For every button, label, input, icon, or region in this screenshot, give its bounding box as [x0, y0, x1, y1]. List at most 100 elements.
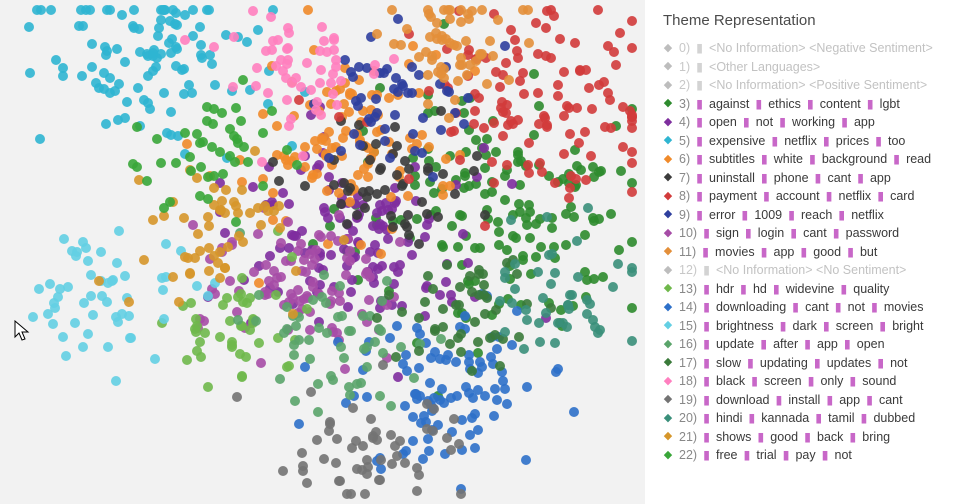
scatter-point[interactable] — [353, 101, 363, 111]
scatter-point[interactable] — [306, 85, 316, 95]
scatter-point[interactable] — [582, 275, 592, 285]
scatter-point[interactable] — [521, 455, 531, 465]
scatter-point[interactable] — [253, 229, 263, 239]
scatter-point[interactable] — [164, 38, 174, 48]
scatter-point[interactable] — [203, 212, 213, 222]
scatter-point[interactable] — [294, 95, 304, 105]
scatter-point[interactable] — [307, 173, 317, 183]
scatter-point[interactable] — [237, 185, 247, 195]
scatter-point[interactable] — [465, 60, 475, 70]
scatter-point[interactable] — [342, 219, 352, 229]
scatter-point[interactable] — [328, 89, 338, 99]
scatter-point[interactable] — [366, 117, 376, 127]
scatter-point[interactable] — [339, 235, 349, 245]
scatter-point[interactable] — [414, 363, 424, 373]
scatter-point[interactable] — [276, 238, 286, 248]
scatter-point[interactable] — [258, 128, 268, 138]
scatter-point[interactable] — [375, 475, 385, 485]
scatter-point[interactable] — [254, 290, 264, 300]
scatter-point[interactable] — [312, 435, 322, 445]
scatter-point[interactable] — [564, 193, 574, 203]
scatter-point[interactable] — [495, 361, 505, 371]
scatter-point[interactable] — [153, 31, 163, 41]
scatter-point[interactable] — [418, 454, 428, 464]
scatter-point[interactable] — [447, 221, 457, 231]
scatter-point[interactable] — [129, 5, 139, 15]
scatter-point[interactable] — [297, 448, 307, 458]
scatter-point[interactable] — [111, 376, 121, 386]
scatter-point[interactable] — [479, 143, 489, 153]
scatter-point[interactable] — [334, 112, 344, 122]
scatter-point[interactable] — [627, 263, 637, 273]
scatter-point[interactable] — [443, 5, 453, 15]
scatter-point[interactable] — [236, 116, 246, 126]
scatter-point[interactable] — [500, 384, 510, 394]
scatter-point[interactable] — [234, 231, 244, 241]
scatter-point[interactable] — [156, 15, 166, 25]
scatter-point[interactable] — [521, 213, 531, 223]
scatter-point[interactable] — [424, 86, 434, 96]
scatter-point[interactable] — [180, 128, 190, 138]
scatter-point[interactable] — [493, 217, 503, 227]
scatter-point[interactable] — [203, 291, 213, 301]
scatter-point[interactable] — [182, 139, 192, 149]
legend-item[interactable]: ◆0)▮<No Information> <Negative Sentiment… — [663, 39, 946, 58]
scatter-point[interactable] — [566, 171, 576, 181]
scatter-point[interactable] — [251, 316, 261, 326]
scatter-point[interactable] — [81, 243, 91, 253]
scatter-point[interactable] — [513, 157, 523, 167]
scatter-point[interactable] — [311, 105, 321, 115]
scatter-point[interactable] — [228, 82, 238, 92]
scatter-point[interactable] — [433, 212, 443, 222]
scatter-point[interactable] — [519, 344, 529, 354]
scatter-point[interactable] — [365, 155, 375, 165]
scatter-point[interactable] — [570, 38, 580, 48]
scatter-point[interactable] — [185, 269, 195, 279]
scatter-point[interactable] — [408, 129, 418, 139]
scatter-point[interactable] — [572, 161, 582, 171]
scatter-point[interactable] — [385, 153, 395, 163]
scatter-point[interactable] — [305, 354, 315, 364]
scatter-point[interactable] — [518, 251, 528, 261]
scatter-point[interactable] — [135, 47, 145, 57]
scatter-point[interactable] — [319, 270, 329, 280]
scatter-point[interactable] — [454, 300, 464, 310]
scatter-point[interactable] — [221, 185, 231, 195]
scatter-point[interactable] — [498, 131, 508, 141]
scatter-point[interactable] — [471, 135, 481, 145]
scatter-point[interactable] — [463, 258, 473, 268]
scatter-point[interactable] — [220, 228, 230, 238]
scatter-point[interactable] — [55, 284, 65, 294]
scatter-point[interactable] — [594, 80, 604, 90]
scatter-point[interactable] — [321, 298, 331, 308]
scatter-point[interactable] — [248, 6, 258, 16]
scatter-point[interactable] — [553, 91, 563, 101]
scatter-point[interactable] — [326, 250, 336, 260]
scatter-point[interactable] — [357, 465, 367, 475]
scatter-point[interactable] — [129, 23, 139, 33]
scatter-point[interactable] — [192, 281, 202, 291]
scatter-point[interactable] — [248, 182, 258, 192]
scatter-point[interactable] — [627, 147, 637, 157]
scatter-point[interactable] — [534, 119, 544, 129]
scatter-point[interactable] — [563, 300, 573, 310]
scatter-point[interactable] — [272, 121, 282, 131]
scatter-point[interactable] — [283, 43, 293, 53]
scatter-point[interactable] — [352, 210, 362, 220]
scatter-point[interactable] — [500, 327, 510, 337]
scatter-point[interactable] — [198, 137, 208, 147]
scatter-point[interactable] — [627, 303, 637, 313]
scatter-point[interactable] — [456, 5, 466, 15]
scatter-point[interactable] — [291, 266, 301, 276]
scatter-point[interactable] — [215, 273, 225, 283]
scatter-point[interactable] — [152, 134, 162, 144]
scatter-point[interactable] — [368, 433, 378, 443]
scatter-point[interactable] — [281, 73, 291, 83]
scatter-point[interactable] — [282, 59, 292, 69]
scatter-point[interactable] — [422, 209, 432, 219]
scatter-point[interactable] — [456, 53, 466, 63]
scatter-point[interactable] — [139, 255, 149, 265]
scatter-point[interactable] — [233, 138, 243, 148]
scatter-point[interactable] — [378, 360, 388, 370]
scatter-point[interactable] — [145, 104, 155, 114]
